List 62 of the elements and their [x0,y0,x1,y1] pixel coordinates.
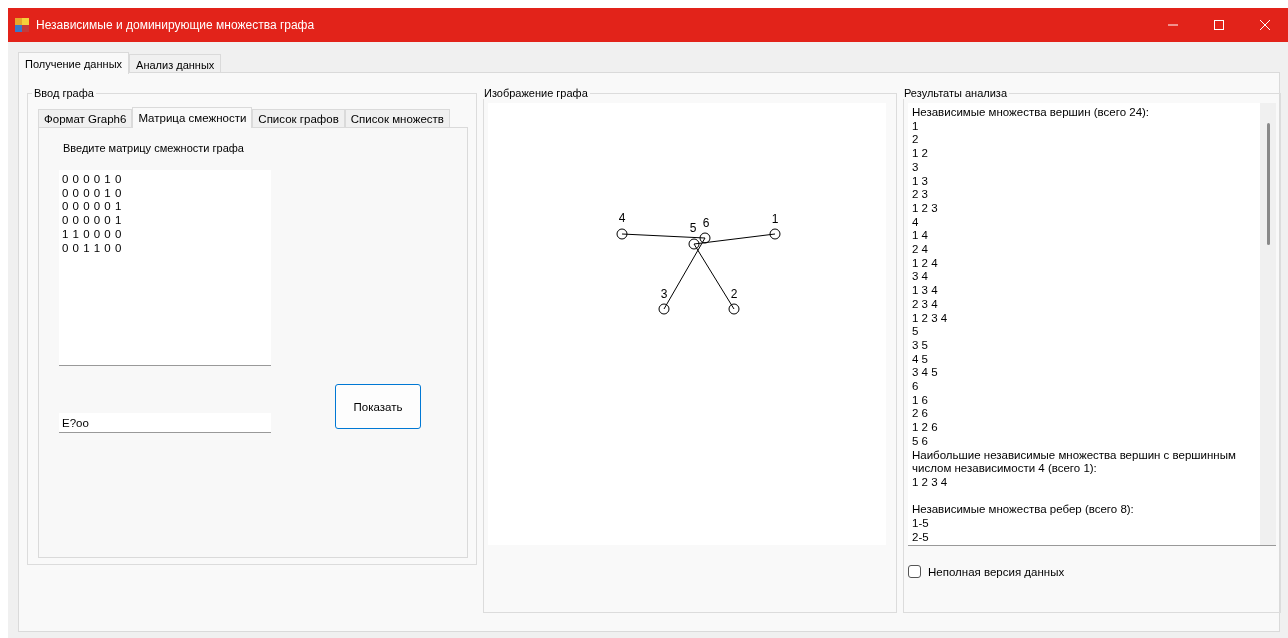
tab[interactable]: Анализ данных [129,54,222,74]
result-line: 1 [912,119,920,134]
node-label: 2 [730,287,738,301]
result-line: 3 5 [912,338,929,353]
maximize-icon [1213,19,1225,31]
scrollbar[interactable] [1260,103,1276,545]
result-line: 2 6 [912,407,929,422]
node-label: 3 [660,287,668,301]
node-label: 5 [689,221,697,235]
result-line: 1 3 [912,174,929,189]
result-line: 1 2 3 [912,201,939,216]
result-line: 3 [912,160,920,175]
graph-node [616,228,628,240]
checkbox[interactable] [908,565,921,578]
result-heading: Независимые множества вершин (всего 24): [912,106,1151,120]
graph-node [769,228,781,240]
group-title: Ввод графа [33,87,95,99]
result-line: 4 5 [912,352,929,367]
tab[interactable]: Список графов [252,109,345,128]
node-label: 6 [702,216,710,230]
result-line: 6 [912,380,920,394]
result-line: 1 2 3 4 [912,311,949,326]
result-line: 4 [912,215,920,230]
tab[interactable]: Матрица смежности [132,107,253,128]
graph-node [688,238,700,250]
graph6-field[interactable]: E?oo [59,413,271,433]
prompt-label: Введите матрицу смежности графа [63,142,245,154]
result-line: 5 6 [912,434,929,449]
result-line: 1 4 [912,229,929,244]
result-line: 5 [912,325,920,339]
window-title: Независимые и доминирующие множества графа [36,18,315,32]
result-line: 3 4 [912,270,929,285]
show-button[interactable]: Показать [335,384,421,429]
result-heading: Наибольшие независимые множества вершин с вершинным числом независимости 4 (всего 1): [912,448,1237,476]
result-line: 1-5 [912,517,930,531]
graph-node [699,232,711,244]
result-line: 2 3 [912,188,929,202]
result-line: 1 2 [912,147,929,161]
node-label: 4 [618,211,626,225]
result-line: 3 4 5 [912,366,939,381]
app-icon [14,17,30,33]
result-line: 1 2 3 4 [912,476,949,490]
node-label: 1 [771,212,779,226]
graph-node [658,303,670,315]
tab[interactable]: Формат Graph6 [38,109,133,128]
result-line: 2-5 [912,530,930,545]
result-heading: Независимые множества ребер (всего 8): [912,503,1135,518]
result-line: 2 3 4 [912,297,939,312]
graph-node [728,303,740,315]
matrix-field[interactable]: 0 0 0 0 1 0 0 0 0 0 1 0 0 0 0 0 0 1 0 0 0 0 0 1 1 1 0 0 0 0 0 0 1 1 0 0 [59,170,271,366]
result-line: 2 4 [912,243,929,257]
results-field[interactable] [908,103,1276,546]
result-line: 1 2 6 [912,421,939,435]
result-line: 2 [912,133,920,148]
group-title: Изображение графа [483,87,589,99]
group-title: Результаты анализа [903,87,1009,99]
close-icon [1259,19,1271,31]
result-line: 1 2 4 [912,256,939,271]
tab[interactable]: Получение данных [18,52,130,74]
result-line: 1 6 [912,393,929,408]
checkbox-label: Неполная версия данных [928,565,1065,578]
result-line: 1 3 4 [912,284,939,298]
